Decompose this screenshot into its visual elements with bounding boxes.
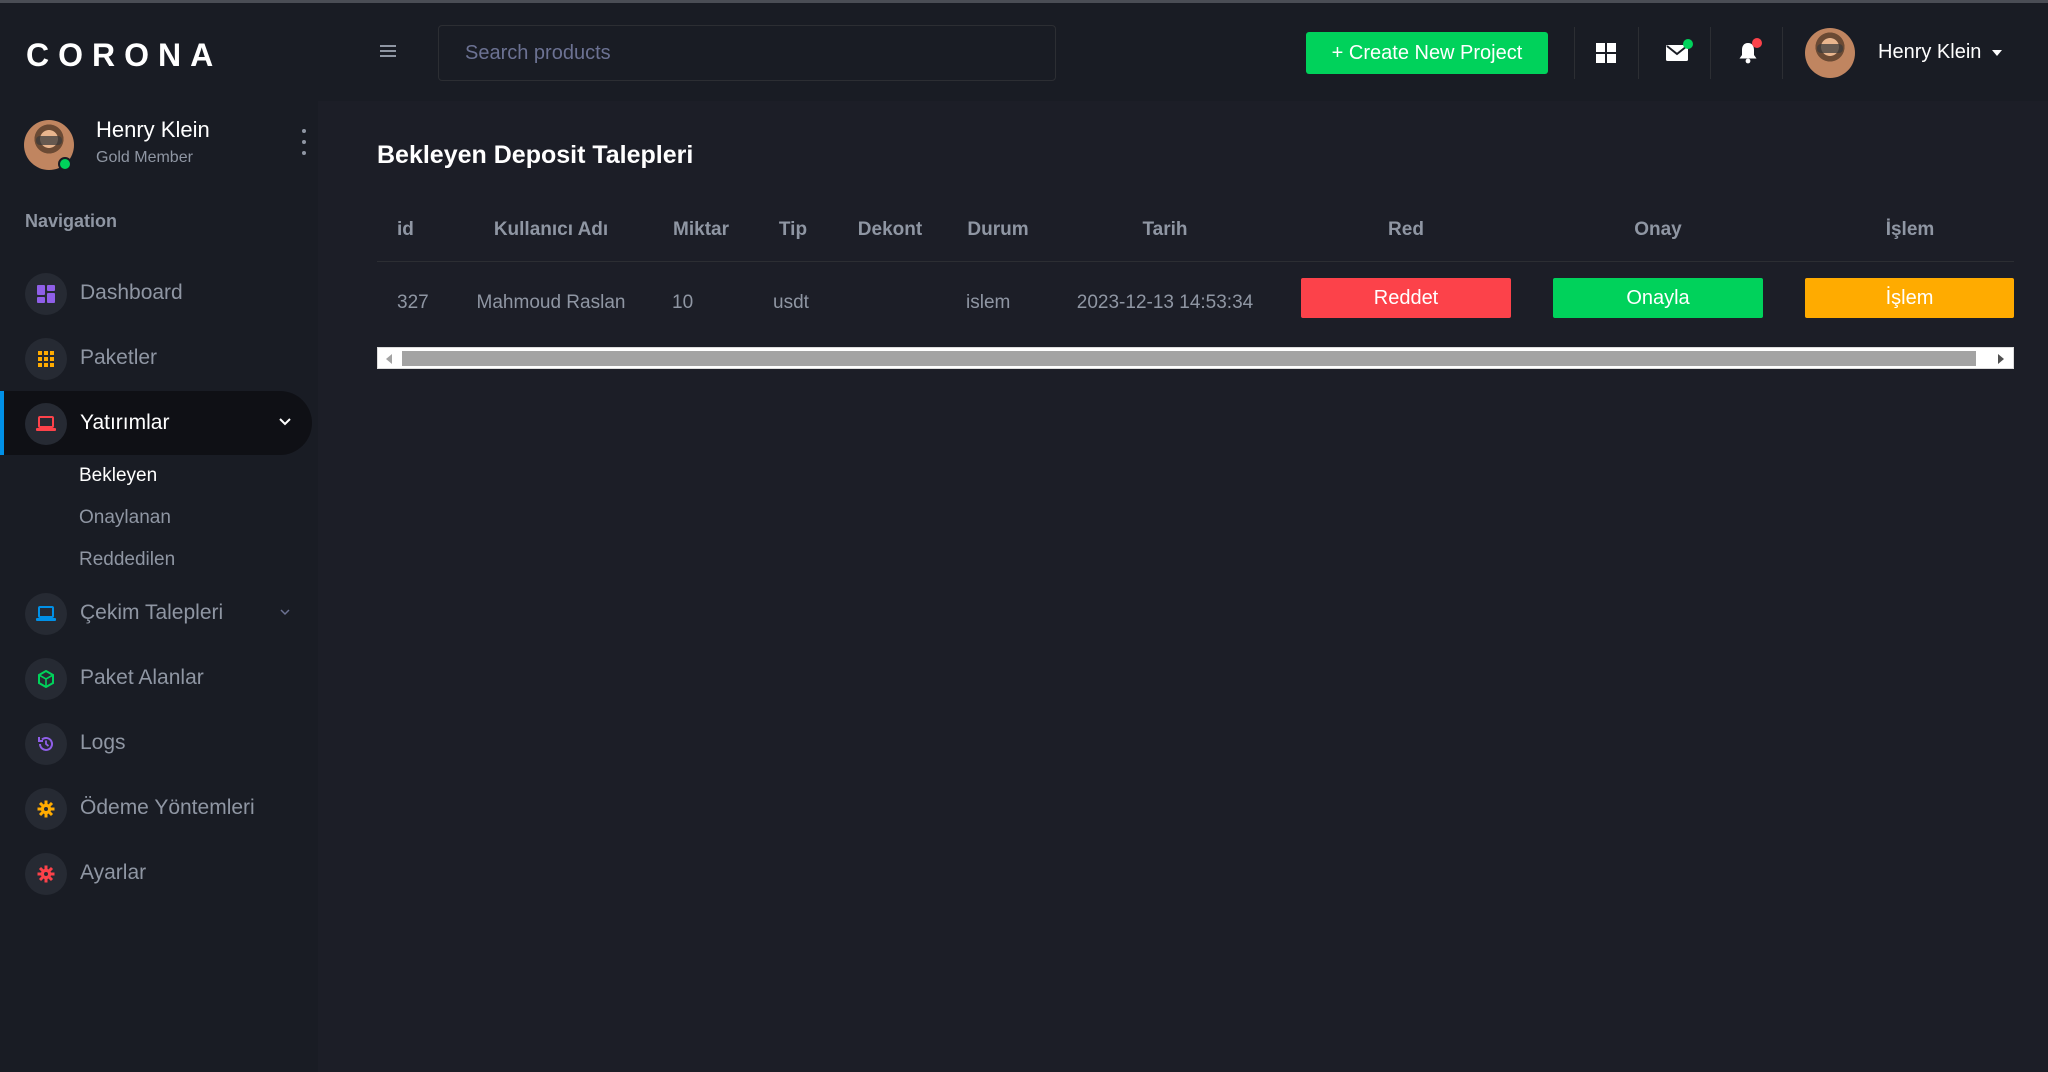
sidebar-item-logs[interactable]: Logs	[0, 711, 312, 775]
sidebar-item-label: Ödeme Yöntemleri	[80, 796, 255, 819]
scroll-right-icon[interactable]	[1998, 354, 2004, 364]
deposit-requests-table: id Kullanıcı Adı Miktar Tip Dekont Durum…	[377, 199, 2014, 371]
sidebar-item-odeme-yontemleri[interactable]: Ödeme Yöntemleri	[0, 776, 312, 840]
sidebar-item-yatirimlar[interactable]: Yatırımlar	[0, 391, 312, 455]
column-header-username: Kullanıcı Adı	[493, 219, 609, 240]
sidebar-item-label: Dashboard	[80, 281, 183, 304]
search-input[interactable]	[438, 25, 1056, 81]
gear-icon	[25, 788, 67, 830]
cell-id: 327	[397, 292, 429, 313]
sidebar-item-cekim-talepleri[interactable]: Çekim Talepleri	[0, 581, 312, 645]
nav-heading: Navigation	[25, 211, 118, 231]
divider	[1710, 27, 1711, 79]
notification-badge-icon	[1752, 38, 1762, 48]
chevron-down-icon	[280, 609, 290, 616]
sidebar-item-dashboard[interactable]: Dashboard	[0, 261, 312, 325]
column-header-date: Tarih	[1142, 219, 1188, 240]
kebab-menu-icon[interactable]	[296, 129, 312, 155]
sidebar-item-paket-alanlar[interactable]: Paket Alanlar	[0, 646, 312, 710]
cube-icon	[25, 658, 67, 700]
grid-dots-icon	[25, 338, 67, 380]
sidebar-subitem-onaylanan[interactable]: Onaylanan	[79, 507, 171, 529]
column-header-receipt: Dekont	[857, 219, 923, 240]
laptop-icon	[25, 403, 67, 445]
sidebar-profile: Henry Klein Gold Member	[24, 115, 314, 175]
bell-icon[interactable]	[1728, 33, 1768, 73]
sidebar-item-label: Paket Alanlar	[80, 666, 204, 689]
approve-button[interactable]: Onayla	[1553, 278, 1763, 318]
apps-grid-icon[interactable]	[1586, 33, 1626, 73]
online-status-icon	[58, 157, 72, 171]
column-header-process: İşlem	[1885, 219, 1935, 240]
history-icon	[25, 723, 67, 765]
column-header-status: Durum	[967, 219, 1029, 240]
profile-role: Gold Member	[96, 149, 193, 166]
navbar-user-name[interactable]: Henry Klein	[1878, 41, 1981, 64]
divider	[1638, 27, 1639, 79]
mail-icon[interactable]	[1657, 33, 1697, 73]
scrollbar-thumb[interactable]	[402, 351, 1976, 366]
sidebar-item-label: Logs	[80, 731, 126, 754]
page-title: Bekleyen Deposit Talepleri	[377, 141, 694, 169]
sidebar-item-label: Yatırımlar	[80, 411, 170, 434]
column-header-approve: Onay	[1634, 219, 1682, 240]
sidebar: CORONA Henry Klein Gold Member Navigatio…	[0, 3, 318, 1072]
sidebar-item-label: Ayarlar	[80, 861, 147, 884]
app-root: CORONA Henry Klein Gold Member Navigatio…	[0, 3, 2048, 1072]
cell-date: 2023-12-13 14:53:34	[1076, 292, 1254, 313]
menu-toggle-icon[interactable]	[380, 45, 396, 57]
profile-name: Henry Klein	[96, 117, 210, 142]
caret-down-icon[interactable]	[1992, 50, 2002, 56]
process-button[interactable]: İşlem	[1805, 278, 2014, 318]
sidebar-item-paketler[interactable]: Paketler	[0, 326, 312, 390]
gear-icon	[25, 853, 67, 895]
sidebar-subitem-reddedilen[interactable]: Reddedilen	[79, 549, 175, 571]
brand-logo[interactable]: CORONA	[26, 37, 222, 74]
column-header-id: id	[397, 219, 414, 240]
chevron-down-icon	[279, 418, 291, 426]
dashboard-icon	[25, 273, 67, 315]
cell-amount: 10	[672, 292, 694, 313]
horizontal-scrollbar[interactable]	[377, 347, 2014, 369]
divider	[1782, 27, 1783, 79]
table-divider	[377, 261, 2014, 262]
cell-type: usdt	[773, 292, 809, 313]
sidebar-item-label: Paketler	[80, 346, 158, 369]
laptop-icon	[25, 593, 67, 635]
divider	[1574, 27, 1575, 79]
column-header-amount: Miktar	[673, 219, 729, 240]
cell-username: Mahmoud Raslan	[476, 292, 626, 313]
scroll-left-icon[interactable]	[386, 354, 392, 364]
mail-badge-icon	[1683, 39, 1693, 49]
avatar[interactable]	[1805, 28, 1855, 78]
column-header-type: Tip	[778, 219, 808, 240]
sidebar-item-label: Çekim Talepleri	[80, 601, 224, 624]
column-header-reject: Red	[1388, 219, 1424, 240]
top-navbar: + Create New Project Henry Klein	[318, 3, 2048, 101]
cell-status: islem	[966, 292, 1011, 313]
sidebar-subitem-bekleyen[interactable]: Bekleyen	[79, 465, 157, 487]
sidebar-item-ayarlar[interactable]: Ayarlar	[0, 841, 312, 905]
create-new-project-button[interactable]: + Create New Project	[1306, 32, 1548, 74]
reject-button[interactable]: Reddet	[1301, 278, 1511, 318]
